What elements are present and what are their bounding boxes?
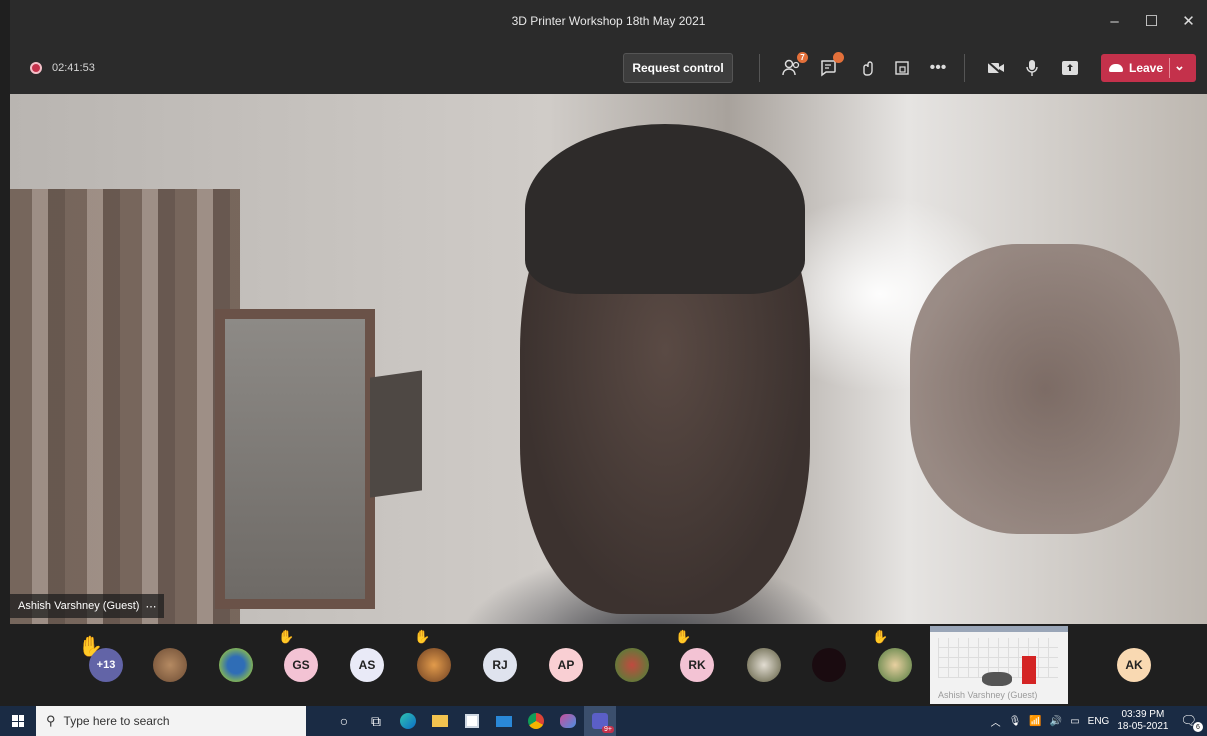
mic-tray-icon[interactable]: 🎙 <box>1009 716 1022 727</box>
thumbnail-toolbar <box>930 626 1068 632</box>
presenter-name-tag[interactable]: Ashish Varshney (Guest) ⋯ <box>10 594 165 618</box>
video-background-curtain <box>10 189 240 624</box>
main-video-feed: Ashish Varshney (Guest) ⋯ <box>10 94 1207 624</box>
name-more-icon[interactable]: ⋯ <box>145 600 156 613</box>
participant-avatar-photo[interactable] <box>615 648 649 682</box>
mail-icon[interactable] <box>488 706 520 736</box>
notifications-icon[interactable]: 🗨 6 <box>1180 713 1203 732</box>
divider <box>1169 58 1170 78</box>
clock-time: 03:39 PM <box>1121 709 1165 720</box>
meeting-timer: 02:41:53 <box>52 62 95 74</box>
participant-avatar-gs[interactable]: GS <box>284 648 318 682</box>
teams-taskbar-icon[interactable]: 9+ <box>584 706 616 736</box>
teams-window: 3D Printer Workshop 18th May 2021 – ☐ ✕ … <box>0 0 1207 736</box>
camera-off-icon[interactable] <box>984 56 1008 80</box>
volume-icon[interactable]: 🔊 <box>1050 716 1062 727</box>
raised-hand-icon: ✋ <box>414 629 431 644</box>
participant-avatar-photo[interactable] <box>417 648 451 682</box>
windows-taskbar: ⚲ Type here to search ○ ⧉ 9+ ︿ 🎙 📶 🔊 ▭ E… <box>0 706 1207 736</box>
clock-date: 18-05-2021 <box>1117 721 1169 732</box>
participant-avatar-photo[interactable] <box>812 648 846 682</box>
title-bar: 3D Printer Workshop 18th May 2021 – ☐ ✕ <box>10 0 1207 42</box>
reactions-icon[interactable] <box>856 56 880 80</box>
tray-overflow-icon[interactable]: ︿ <box>991 714 1001 729</box>
chat-icon[interactable] <box>816 52 844 80</box>
task-view-icon[interactable]: ⧉ <box>360 706 392 736</box>
chevron-down-icon[interactable]: ⌄ <box>1174 58 1185 74</box>
participant-avatar-ap[interactable]: AP <box>549 648 583 682</box>
more-actions-icon[interactable]: ••• <box>926 56 950 80</box>
file-explorer-icon[interactable] <box>424 706 456 736</box>
thumbnail-3d-model <box>1022 656 1036 684</box>
participant-strip: ✋ +13 ✋ GS AS ✋ RJ AP ✋ RK ✋ Ashish Vars… <box>10 624 1207 706</box>
close-button[interactable]: ✕ <box>1170 12 1207 30</box>
window-title: 3D Printer Workshop 18th May 2021 <box>511 14 706 28</box>
breakout-rooms-icon[interactable] <box>890 56 914 80</box>
teams-badge: 9+ <box>602 726 614 733</box>
language-indicator[interactable]: ENG <box>1088 716 1110 727</box>
microphone-icon[interactable] <box>1020 56 1044 80</box>
store-icon[interactable] <box>456 706 488 736</box>
cortana-icon[interactable]: ○ <box>328 706 360 736</box>
raised-hand-icon: ✋ <box>675 629 692 644</box>
participant-avatar-as[interactable]: AS <box>350 648 384 682</box>
participant-avatar-ak[interactable]: AK <box>1117 648 1151 682</box>
meeting-controls-bar: 02:41:53 Request control 7 ••• Leave ⌄ <box>10 42 1207 94</box>
chat-unread-dot <box>833 52 844 63</box>
edge-icon[interactable] <box>392 706 424 736</box>
window-controls: – ☐ ✕ <box>1096 0 1207 42</box>
divider <box>759 54 760 82</box>
presenter-name: Ashish Varshney (Guest) <box>18 600 140 612</box>
windows-logo-icon <box>12 715 24 727</box>
notification-count: 6 <box>1193 722 1203 732</box>
system-tray: ︿ 🎙 📶 🔊 ▭ ENG 03:39 PM 18-05-2021 🗨 6 <box>991 706 1207 736</box>
phone-hangup-icon <box>1109 64 1123 72</box>
participant-avatar-photo[interactable] <box>747 648 781 682</box>
chrome-icon[interactable] <box>520 706 552 736</box>
request-control-button[interactable]: Request control <box>623 53 733 83</box>
battery-icon[interactable]: ▭ <box>1070 716 1079 727</box>
maximize-button[interactable]: ☐ <box>1133 12 1170 30</box>
participant-avatar-photo[interactable] <box>878 648 912 682</box>
participants-icon[interactable]: 7 <box>780 52 808 80</box>
leave-label: Leave <box>1129 61 1164 75</box>
network-icon[interactable]: 📶 <box>1029 716 1041 727</box>
paint-icon[interactable] <box>552 706 584 736</box>
search-placeholder: Type here to search <box>63 714 170 728</box>
share-screen-icon[interactable] <box>1058 56 1082 80</box>
participant-avatar-photo[interactable] <box>153 648 187 682</box>
search-icon: ⚲ <box>46 713 56 728</box>
video-background-object <box>370 370 422 498</box>
thumbnail-3d-model <box>982 672 1012 686</box>
start-button[interactable] <box>0 706 36 736</box>
participant-avatar-rj[interactable]: RJ <box>483 648 517 682</box>
taskbar-clock[interactable]: 03:39 PM 18-05-2021 <box>1117 709 1168 733</box>
leave-button[interactable]: Leave ⌄ <box>1101 54 1196 82</box>
participant-avatar-photo[interactable] <box>219 648 253 682</box>
raised-hand-icon: ✋ <box>872 629 889 644</box>
raised-hand-icon: ✋ <box>278 629 295 644</box>
divider <box>964 54 965 82</box>
thumbnail-caption: Ashish Varshney (Guest) <box>938 690 1038 700</box>
taskbar-search[interactable]: ⚲ Type here to search <box>36 706 306 736</box>
shared-screen-thumbnail[interactable]: Ashish Varshney (Guest) <box>930 626 1068 704</box>
participant-avatar-rk[interactable]: RK <box>680 648 714 682</box>
overflow-participants-button[interactable]: +13 <box>89 648 123 682</box>
video-background-window <box>215 309 375 609</box>
video-hand <box>910 244 1180 534</box>
participants-badge: 7 <box>797 52 808 63</box>
recording-icon <box>30 62 42 74</box>
video-person-hair <box>525 124 805 294</box>
minimize-button[interactable]: – <box>1096 13 1133 30</box>
